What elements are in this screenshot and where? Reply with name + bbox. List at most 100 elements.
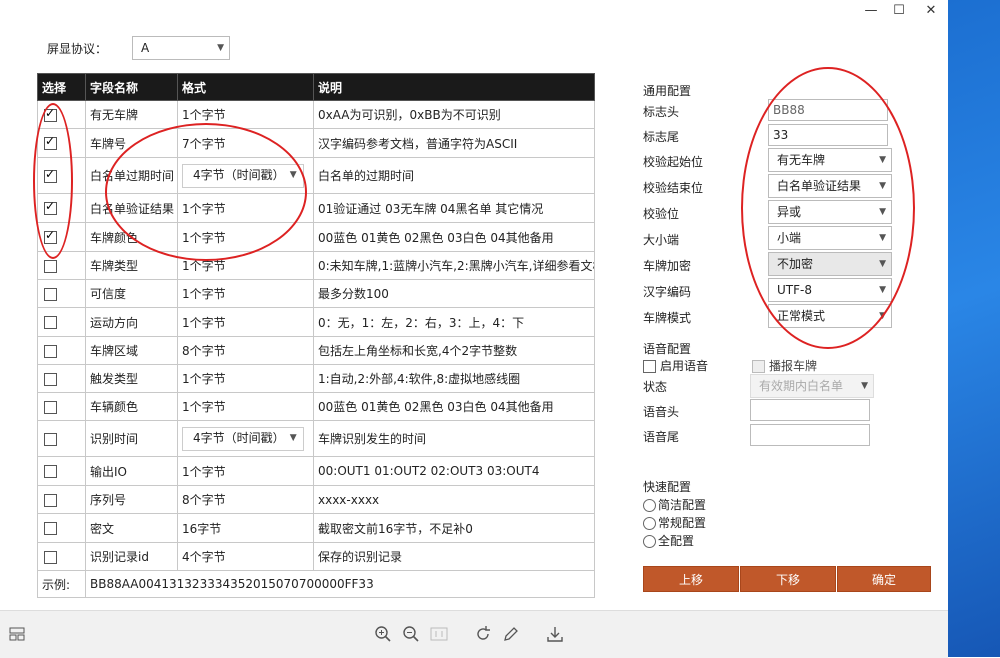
table-row: 识别记录id 4个字节 保存的识别记录 [37,542,595,571]
layout-icon[interactable] [6,623,28,645]
voice-head-input[interactable] [750,399,870,421]
check-bit-select[interactable]: 异或 ▼ [768,200,892,224]
confirm-button[interactable]: 确定 [837,566,931,592]
row-checkbox[interactable] [44,550,57,564]
row-checkbox[interactable] [44,228,57,244]
checkbox-icon [752,360,765,373]
header-flag-label: 标志头 [643,105,680,119]
field-name-cell: 车牌号 [85,128,178,158]
header-field-name: 字段名称 [85,73,178,101]
table-row: 触发类型 1个字节 1:自动,2:外部,4:软件,8:虚拟地感线圈 [37,364,595,393]
row-checkbox[interactable] [44,199,57,215]
check-start-select[interactable]: 有无车牌 ▼ [768,148,892,172]
format-select[interactable]: 4字节（时间戳） ▼ [182,426,304,451]
row-checkbox[interactable] [44,287,57,301]
row-checkbox[interactable] [44,167,57,183]
description-cell: 白名单的过期时间 [313,157,595,194]
move-down-button[interactable]: 下移 [740,566,836,592]
close-icon[interactable]: ✕ [914,0,948,20]
row-checkbox[interactable] [44,316,57,329]
check-start-value: 有无车牌 [777,153,826,167]
download-icon[interactable] [544,623,566,645]
general-config-title: 通用配置 [643,84,692,98]
table-row: 密文 16字节 截取密文前16字节，不足补0 [37,513,595,543]
table-row: 白名单过期时间 4字节（时间戳） ▼ 白名单的过期时间 [37,157,595,194]
quick-option-normal[interactable]: 常规配置 [643,514,706,531]
table-header-row: 选择 字段名称 格式 说明 [37,73,595,101]
row-select-cell [37,392,86,421]
row-checkbox[interactable] [44,432,57,446]
check-bit-value: 异或 [777,205,802,219]
table-row: 运动方向 1个字节 0：无，1：左，2：右，3：上，4：下 [37,307,595,337]
voice-tail-input[interactable] [750,424,870,446]
row-checkbox[interactable] [44,400,57,414]
row-checkbox[interactable] [44,493,57,507]
char-encoding-select[interactable]: UTF-8 ▼ [768,278,892,302]
chevron-down-icon: ▼ [879,181,886,191]
field-name-cell: 有无车牌 [85,100,178,129]
format-select[interactable]: 4字节（时间戳） ▼ [182,163,304,188]
table-row: 序列号 8个字节 xxxx-xxxx [37,485,595,514]
description-cell: 截取密文前16字节，不足补0 [313,513,595,543]
radio-icon [643,499,656,512]
quick-option-full[interactable]: 全配置 [643,532,694,549]
row-checkbox[interactable] [44,522,57,535]
row-select-cell [37,542,86,571]
move-up-button[interactable]: 上移 [643,566,739,592]
voice-state-select[interactable]: 有效期内白名单 ▼ [750,374,874,398]
row-checkbox[interactable] [44,344,57,358]
rotate-icon[interactable] [472,623,494,645]
chevron-down-icon: ▼ [879,233,886,243]
row-checkbox[interactable] [44,106,57,122]
table-row: 车牌区域 8个字节 包括左上角坐标和长宽,4个2字节整数 [37,336,595,365]
actual-size-icon[interactable] [428,623,450,645]
chevron-down-icon: ▼ [217,43,224,53]
field-name-cell: 识别时间 [85,420,178,457]
maximize-icon[interactable]: ☐ [882,0,916,20]
chevron-down-icon: ▼ [879,311,886,321]
row-select-cell [37,364,86,393]
field-name-cell: 车牌类型 [85,251,178,280]
check-end-select[interactable]: 白名单验证结果 ▼ [768,174,892,198]
zoom-out-icon[interactable] [400,623,422,645]
endian-label: 大小端 [643,233,680,247]
header-flag-input[interactable]: BB88 [768,99,888,121]
plate-mode-value: 正常模式 [777,309,826,323]
row-checkbox[interactable] [44,372,57,386]
chevron-down-icon: ▼ [289,432,297,443]
description-cell: 最多分数100 [313,279,595,308]
endian-select[interactable]: 小端 ▼ [768,226,892,250]
row-select-cell [37,193,86,223]
row-checkbox[interactable] [44,259,57,273]
row-checkbox[interactable] [44,134,57,150]
row-select-cell [37,279,86,308]
edit-pen-icon[interactable] [500,623,522,645]
protocol-select[interactable]: A ▼ [132,36,230,60]
chevron-down-icon: ▼ [879,259,886,269]
checkbox-icon [643,360,656,373]
description-cell: 0：无，1：左，2：右，3：上，4：下 [313,307,595,337]
protocol-label: 屏显协议： [47,42,108,56]
header-select: 选择 [37,73,86,101]
broadcast-plate-checkbox[interactable]: 播报车牌 [752,357,817,374]
description-cell: 00蓝色 01黄色 02黑色 03白色 04其他备用 [313,222,595,252]
format-cell: 1个字节 [177,100,314,129]
example-row: 示例: BB88AA004131323334352015070700000FF3… [37,570,595,598]
row-select-cell [37,251,86,280]
format-cell: 4字节（时间戳） ▼ [177,420,314,457]
voice-config-title: 语音配置 [643,342,692,356]
chevron-down-icon: ▼ [879,285,886,295]
field-name-cell: 密文 [85,513,178,543]
description-cell: 车牌识别发生的时间 [313,420,595,457]
plate-mode-select[interactable]: 正常模式 ▼ [768,304,892,328]
enable-voice-checkbox[interactable]: 启用语音 [643,357,708,374]
table-row: 识别时间 4字节（时间戳） ▼ 车牌识别发生的时间 [37,420,595,457]
zoom-in-icon[interactable] [372,623,394,645]
row-select-cell [37,513,86,543]
row-checkbox[interactable] [44,465,57,478]
plate-encrypt-select[interactable]: 不加密 ▼ [768,252,892,276]
format-cell: 1个字节 [177,279,314,308]
format-cell: 8个字节 [177,336,314,365]
tail-flag-input[interactable]: 33 [768,124,888,146]
quick-option-simple[interactable]: 简洁配置 [643,496,706,513]
